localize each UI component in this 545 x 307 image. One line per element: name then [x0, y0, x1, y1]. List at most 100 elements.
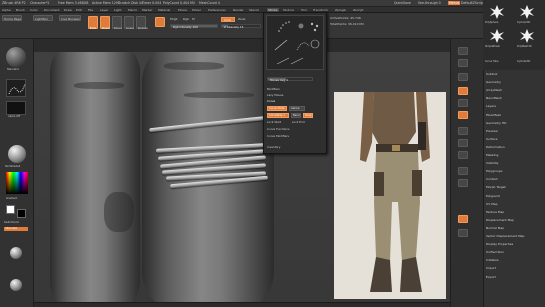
tool-subpalette-surface[interactable]: Surface: [486, 137, 497, 141]
tool-subpalette-display-properties[interactable]: Display Properties: [486, 242, 513, 246]
polyf-button[interactable]: [458, 167, 468, 175]
tool-thumb-2[interactable]: Cylinder3D: [517, 21, 530, 24]
menu-document[interactable]: Document: [44, 8, 60, 12]
mrgb-button[interactable]: Mrgb: [170, 17, 178, 21]
menu-material[interactable]: Material: [158, 8, 170, 12]
curve-subpalette[interactable]: Curve: [267, 99, 275, 103]
scroll-button[interactable]: [458, 73, 468, 81]
zoom-view-button[interactable]: [458, 139, 468, 147]
solo-button[interactable]: [458, 215, 468, 223]
menu-stencil[interactable]: Stencil: [249, 8, 259, 12]
lightbox-button[interactable]: LightBox: [33, 15, 53, 21]
tool-subpalette-vector-displacement-map[interactable]: Vector Displacement Map: [486, 234, 524, 238]
tool-thumb-4[interactable]: PolyMesh3D: [517, 45, 532, 48]
local-button[interactable]: [458, 111, 468, 119]
alpha-icon[interactable]: [6, 101, 26, 115]
material-preview-icon[interactable]: [10, 279, 22, 291]
menu-layer[interactable]: Layer: [100, 8, 108, 12]
draw-button[interactable]: Draw: [100, 16, 110, 30]
lock-end-button[interactable]: Lock End: [292, 120, 305, 124]
tool-subpalette-morph-target[interactable]: Morph Target: [486, 185, 506, 189]
xpose-button[interactable]: [458, 229, 468, 237]
tool-subpalette-unified-skin[interactable]: Unified Skin: [486, 250, 504, 254]
tool-subpalette-displacement-map[interactable]: Displacement Map: [486, 218, 514, 222]
menu-light[interactable]: Light: [114, 8, 122, 12]
tool-subpalette-geometry-hd[interactable]: Geometry HD: [486, 121, 506, 125]
standard-brush-icon[interactable]: [6, 47, 26, 67]
menus-button[interactable]: Menus: [448, 1, 461, 5]
spix-button[interactable]: [458, 59, 468, 67]
tool-subpalette-export[interactable]: Export: [486, 275, 496, 279]
m-button[interactable]: M: [192, 17, 195, 21]
menu-render[interactable]: Render: [233, 8, 244, 12]
tool-subpalette-deformation[interactable]: Deformation: [486, 145, 505, 149]
curve-functions-subpalette[interactable]: Curve Functions: [267, 127, 290, 131]
tool-subpalette-initialize[interactable]: Initialize: [486, 258, 499, 262]
menu-draw[interactable]: Draw: [64, 8, 72, 12]
menu-color[interactable]: Color: [30, 8, 38, 12]
rotate-button[interactable]: Rotate: [136, 16, 148, 30]
edit-button[interactable]: Edit: [88, 16, 98, 30]
menu-brush[interactable]: Brush: [16, 8, 25, 12]
tool-subpalette-fibermesh[interactable]: FiberMesh: [486, 113, 501, 117]
home-page-button[interactable]: Home Page: [2, 15, 22, 21]
live-boolean-button[interactable]: Live Boolean: [59, 15, 81, 21]
curve-mode-button[interactable]: Curve Mode: [267, 106, 287, 111]
alternate-button[interactable]: Alternate: [4, 227, 28, 231]
menu-marker[interactable]: Marker: [142, 8, 152, 12]
tool-subpalette-layers[interactable]: Layers: [486, 104, 496, 108]
menu-zscript[interactable]: Zscript: [353, 8, 363, 12]
snap-button[interactable]: Snap: [303, 113, 313, 118]
quicksave-button[interactable]: QuickSave: [394, 1, 411, 5]
tool-thumb-3[interactable]: SimpleBrush: [485, 45, 500, 48]
curve-step-slider[interactable]: CurveStep 1: [267, 113, 289, 118]
menu-edit[interactable]: Edit: [76, 8, 82, 12]
rgb-intensity-slider[interactable]: Rgb Intensity 100: [170, 24, 218, 29]
stroke-icon[interactable]: [6, 79, 26, 97]
tool-thumb-1[interactable]: PolySphere: [485, 21, 498, 24]
main-color-swatch[interactable]: [6, 205, 15, 214]
rotate-view-button[interactable]: [458, 151, 468, 159]
transp-button[interactable]: [458, 179, 468, 187]
z-intensity-slider[interactable]: Z Intensity 15: [221, 24, 261, 29]
zsub-button[interactable]: Zsub: [238, 17, 245, 21]
tool-subpalette-masking[interactable]: Masking: [486, 153, 498, 157]
zadd-button[interactable]: Zadd: [221, 17, 235, 22]
tool-thumb-6[interactable]: Cylinder3D: [517, 60, 530, 63]
move-view-button[interactable]: [458, 127, 468, 135]
menu-movie[interactable]: Movie: [178, 8, 187, 12]
tool-subpalette-geometry[interactable]: Geometry: [486, 80, 501, 84]
see-through-slider[interactable]: See-through 0: [418, 1, 441, 5]
bend-button[interactable]: Bend: [291, 113, 301, 118]
menu-zplugin[interactable]: Zplugin: [335, 8, 346, 12]
material-sphere-icon[interactable]: [8, 145, 26, 163]
move-button[interactable]: Move: [112, 16, 122, 30]
default-zscript-button[interactable]: DefaultZScript: [461, 1, 484, 5]
mouse-avg-slider[interactable]: Mouse Avg 4: [267, 77, 313, 82]
curve-modifiers-subpalette[interactable]: Curve Modifiers: [267, 134, 289, 138]
secondary-color-swatch[interactable]: [17, 209, 26, 218]
menu-picker[interactable]: Picker: [192, 8, 201, 12]
tool-subpalette-texture-map[interactable]: Texture Map: [486, 210, 504, 214]
tool-subpalette-import[interactable]: Import: [486, 266, 496, 270]
modifiers-subpalette[interactable]: Modifiers: [267, 87, 280, 91]
lock-start-button[interactable]: Lock Start: [267, 120, 281, 124]
tool-subpalette-contact[interactable]: Contact: [486, 177, 498, 181]
menu-preferences[interactable]: Preferences: [208, 8, 226, 12]
material-orange-icon[interactable]: [155, 17, 165, 27]
tool-subpalette-visibility[interactable]: Visibility: [486, 161, 499, 165]
as-line-button[interactable]: AsLine: [289, 106, 305, 111]
tool-subpalette-uv-map[interactable]: UV Map: [486, 202, 498, 206]
tool-subpalette-nanomesh[interactable]: NanoMesh: [486, 96, 502, 100]
stroke-type-grid[interactable]: [266, 15, 324, 70]
floor-button[interactable]: [458, 99, 468, 107]
persp-button[interactable]: [458, 87, 468, 95]
scale-button[interactable]: Scale: [124, 16, 134, 30]
menu-macro[interactable]: Macro: [128, 8, 137, 12]
texture-sphere-icon[interactable]: [10, 247, 22, 259]
tool-subpalette-polypaint[interactable]: Polypaint: [486, 194, 500, 198]
inventory-subpalette[interactable]: Inventory: [267, 145, 280, 149]
rgb-button[interactable]: Rgb: [183, 17, 189, 21]
tool-thumb-5[interactable]: Curve Tube: [485, 60, 498, 63]
lazymouse-subpalette[interactable]: Lazy Mouse: [267, 93, 283, 97]
